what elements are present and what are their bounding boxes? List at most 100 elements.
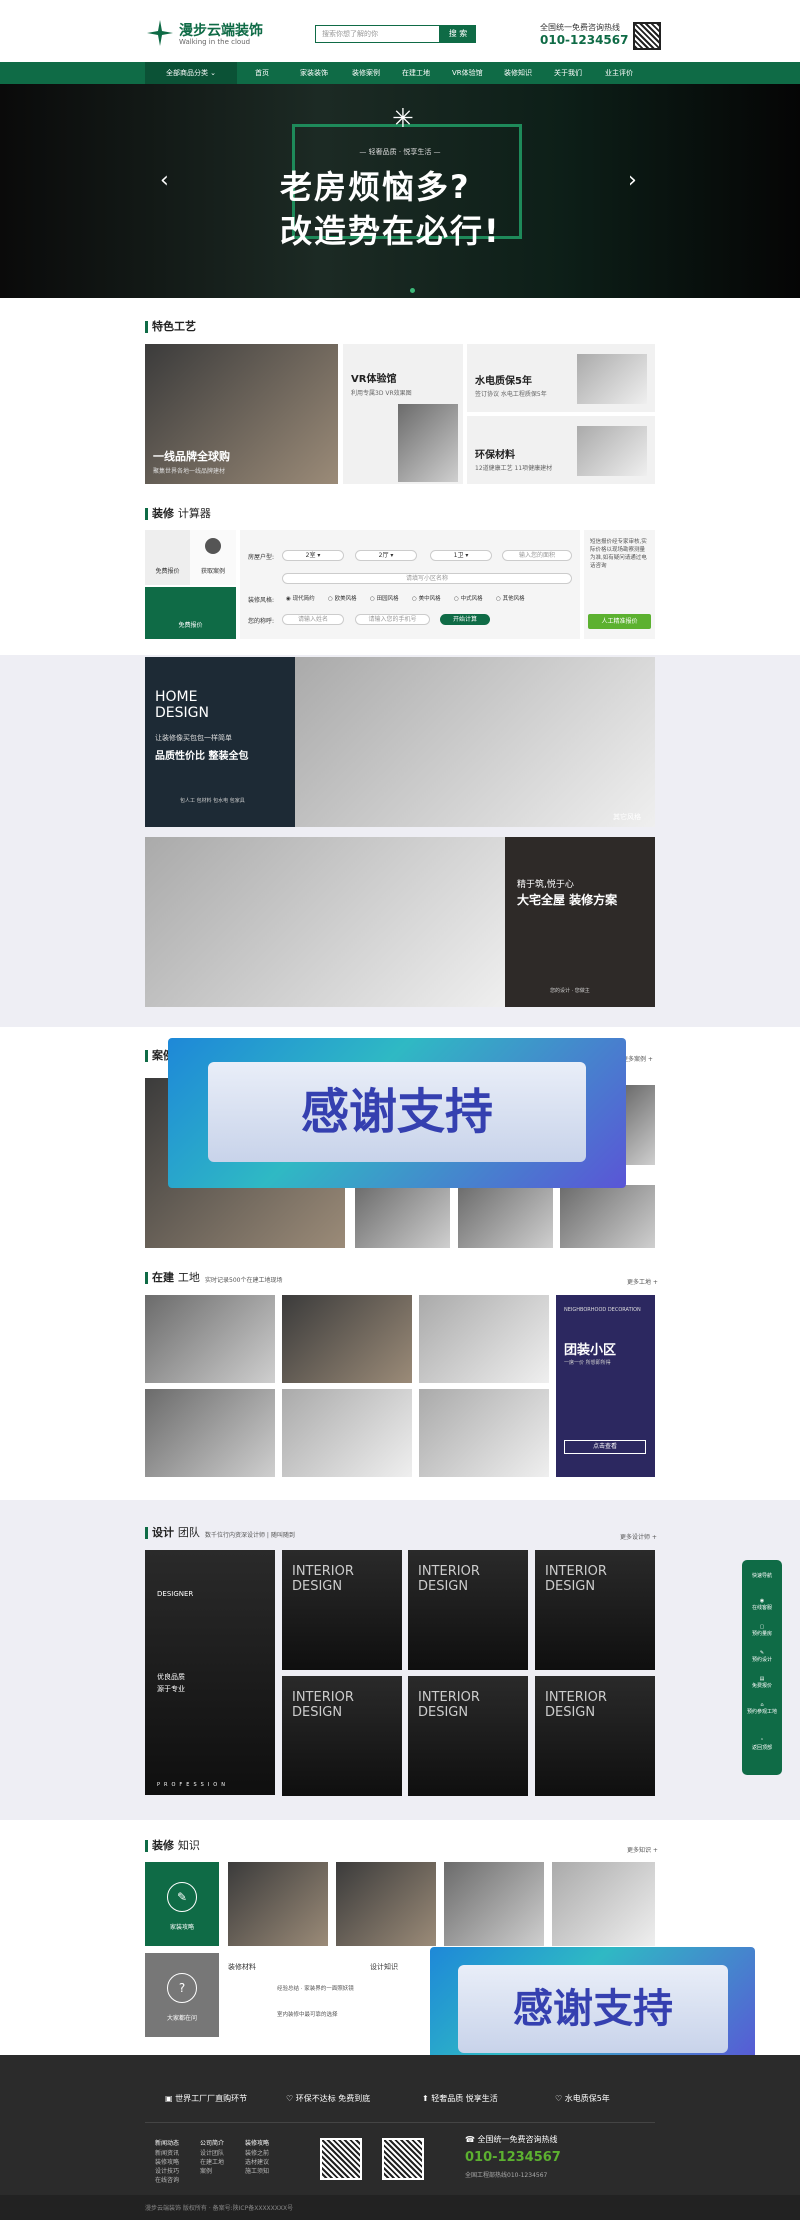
style-option-1[interactable]: ○ 欧美风格 — [328, 594, 357, 602]
nav-about[interactable]: 关于我们 — [554, 62, 582, 84]
knowledge-sub-design[interactable]: 设计知识 — [370, 1962, 398, 1972]
knowledge-tab-faq[interactable]: ? 大家都在问 — [145, 1953, 219, 2037]
footer-col3-item-2[interactable]: 施工须知 — [245, 2166, 269, 2175]
footer-hotline-title: ☎ 全国统一免费咨询热线 — [465, 2135, 558, 2144]
footer-col3-item-1[interactable]: 选材建议 — [245, 2157, 269, 2166]
feature-warranty-sub: 签订协议 水电工程质保5年 — [475, 391, 547, 398]
case-image-1[interactable] — [355, 1185, 450, 1248]
nav-reviews[interactable]: 业主评价 — [605, 62, 633, 84]
style-option-5[interactable]: ○ 其他风格 — [496, 594, 525, 602]
footer-col2-item-0[interactable]: 设计团队 — [200, 2148, 224, 2157]
site-image-2[interactable] — [282, 1295, 412, 1383]
community-input[interactable]: 请填写小区名称 — [282, 573, 572, 584]
site-image-5[interactable] — [282, 1389, 412, 1477]
name-input[interactable]: 请输入姓名 — [282, 614, 344, 625]
promo-p2c: 您的设计 · 您做主 — [550, 988, 590, 994]
feature-card-global[interactable]: 一线品牌全球购 聚集世界各地一线品牌建材 — [145, 344, 338, 484]
site-image-4[interactable] — [145, 1389, 275, 1477]
footer-col1-item-0[interactable]: 新闻资讯 — [155, 2148, 179, 2157]
designer-card-3-text: INTERIOR DESIGN — [545, 1564, 607, 1594]
side-design[interactable]: ✎ 预约设计 — [742, 1650, 782, 1663]
room-select[interactable]: 2室 ▾ — [282, 550, 344, 561]
hero-banner[interactable]: ✳ — 轻奢品质 · 悦享生活 — 老房烦恼多? 改造势在必行! — [0, 84, 800, 298]
banner-next-icon[interactable]: › — [628, 168, 637, 193]
side-measure-label: 预约量房 — [751, 1631, 772, 1637]
designer-card-4[interactable]: INTERIOR DESIGN — [282, 1676, 402, 1796]
site-image-1[interactable] — [145, 1295, 275, 1383]
banner-dot[interactable] — [410, 288, 415, 293]
side-back-top[interactable]: ⌃ 返回顶部 — [742, 1738, 782, 1751]
calc-quote-button[interactable]: 免费报价 — [145, 587, 236, 639]
side-measure[interactable]: ▢ 预约量房 — [742, 1624, 782, 1637]
tab-free-quote[interactable]: 免费报价 — [145, 530, 190, 585]
calc-start-button[interactable]: 开始计算 — [440, 614, 490, 625]
style-option-2[interactable]: ○ 田园风格 — [370, 594, 399, 602]
promo-card-home-design[interactable]: HOME DESIGN 让装修像买包包一样简单 品质性价比 整装全包 包人工 包… — [145, 657, 295, 827]
hall-select-value: 2厅 — [378, 552, 389, 559]
nav-sites[interactable]: 在建工地 — [402, 62, 430, 84]
footer-col3-item-0[interactable]: 装修之前 — [245, 2148, 269, 2157]
promo-p2a: 精于筑,悦于心 — [517, 880, 574, 890]
site-image-6[interactable] — [419, 1389, 549, 1477]
knowledge-image-1[interactable] — [228, 1862, 328, 1946]
sites-more-link[interactable]: 更多工地 + — [627, 1277, 658, 1286]
faq-icon: ? — [167, 1973, 197, 2003]
nav-home-decoration[interactable]: 家装装饰 — [300, 62, 328, 84]
style-option-0[interactable]: ◉ 现代简约 — [286, 594, 315, 602]
promo-card-whole-house[interactable]: 精于筑,悦于心 大宅全屋 装修方案 您的设计 · 您做主 — [505, 837, 655, 1007]
designer-card-6[interactable]: INTERIOR DESIGN — [535, 1676, 655, 1796]
promo-room-image-2[interactable] — [145, 837, 505, 1007]
banner-prev-icon[interactable]: ‹ — [160, 168, 169, 193]
knowledge-sub-materials[interactable]: 装修材料 — [228, 1962, 256, 1972]
lead-designer-card[interactable]: DESIGNER 优良品质 源于专业 PROFESSION — [145, 1550, 275, 1795]
phone-input[interactable]: 请输入您的手机号 — [355, 614, 430, 625]
search-input[interactable]: 搜索你想了解的你 — [315, 25, 440, 43]
knowledge-image-3[interactable] — [444, 1862, 544, 1946]
case-image-2[interactable] — [458, 1185, 553, 1248]
logo-icon[interactable] — [145, 18, 175, 48]
side-online-service[interactable]: ◉ 在线客服 — [742, 1598, 782, 1611]
style-option-4[interactable]: ○ 中式风格 — [454, 594, 483, 602]
area-input[interactable]: 输入您的面积 — [502, 550, 572, 561]
tab-get-cases[interactable]: 获取案例 — [190, 530, 236, 585]
knowledge-tab-guide[interactable]: ✎ 家装攻略 — [145, 1862, 219, 1946]
designer-card-2[interactable]: INTERIOR DESIGN — [408, 1550, 528, 1670]
cases-more-link[interactable]: 更多案例 + — [622, 1054, 653, 1063]
nav-cases[interactable]: 装修案例 — [352, 62, 380, 84]
group-decoration-button[interactable]: 点击查看 — [564, 1440, 646, 1454]
designer-card-5[interactable]: INTERIOR DESIGN — [408, 1676, 528, 1796]
nav-knowledge[interactable]: 装修知识 — [504, 62, 532, 84]
feature-card-vr[interactable]: VR体验馆 利用专属3D VR效果图 — [343, 344, 463, 484]
designer-card-3[interactable]: INTERIOR DESIGN — [535, 1550, 655, 1670]
case-image-3[interactable] — [560, 1185, 655, 1248]
nav-home[interactable]: 首页 — [255, 62, 269, 84]
footer-col1-item-3[interactable]: 在线咨询 — [155, 2175, 179, 2184]
knowledge-image-4[interactable] — [552, 1862, 655, 1946]
all-categories-button[interactable]: 全部商品分类 ⌄ — [145, 62, 237, 84]
footer-col2-item-1[interactable]: 在建工地 — [200, 2157, 224, 2166]
team-title-2: 团队 — [177, 1526, 200, 1539]
bath-select[interactable]: 1卫 ▾ — [430, 550, 492, 561]
footer-col2-item-2[interactable]: 案例 — [200, 2166, 212, 2175]
nav-vr[interactable]: VR体验馆 — [452, 62, 483, 84]
feature-card-eco[interactable]: 环保材料 12道健康工艺 11项健康建材 — [467, 416, 655, 484]
footer-col1-item-1[interactable]: 装修攻略 — [155, 2157, 179, 2166]
knowledge-more-link[interactable]: 更多知识 + — [627, 1845, 658, 1854]
case-image-4[interactable] — [625, 1085, 655, 1165]
feature-card-warranty[interactable]: 水电质保5年 签订协议 水电工程质保5年 — [467, 344, 655, 412]
hall-select[interactable]: 2厅 ▾ — [355, 550, 417, 561]
manual-quote-button[interactable]: 人工精准报价 — [588, 614, 651, 629]
user-icon — [205, 538, 221, 554]
search-button[interactable]: 搜 索 — [440, 25, 476, 43]
team-more-link[interactable]: 更多设计师 + — [620, 1532, 657, 1541]
side-quote[interactable]: ▤ 免费报价 — [742, 1676, 782, 1689]
footer-feature-3-label: 轻奢品质 悦享生活 — [431, 2094, 498, 2103]
style-option-3[interactable]: ○ 美中风格 — [412, 594, 441, 602]
side-site-visit[interactable]: ⌂ 预约参观工地 — [742, 1702, 782, 1715]
site-image-3[interactable] — [419, 1295, 549, 1383]
knowledge-image-2[interactable] — [336, 1862, 436, 1946]
footer-col1-item-2[interactable]: 设计技巧 — [155, 2166, 179, 2175]
group-decoration-card[interactable]: NEIGHBORHOOD DECORATION 团装小区 一席一价 所想即所得 … — [556, 1295, 655, 1477]
promo-room-image-1[interactable]: 其它风格 — [295, 657, 655, 827]
designer-card-1[interactable]: INTERIOR DESIGN — [282, 1550, 402, 1670]
